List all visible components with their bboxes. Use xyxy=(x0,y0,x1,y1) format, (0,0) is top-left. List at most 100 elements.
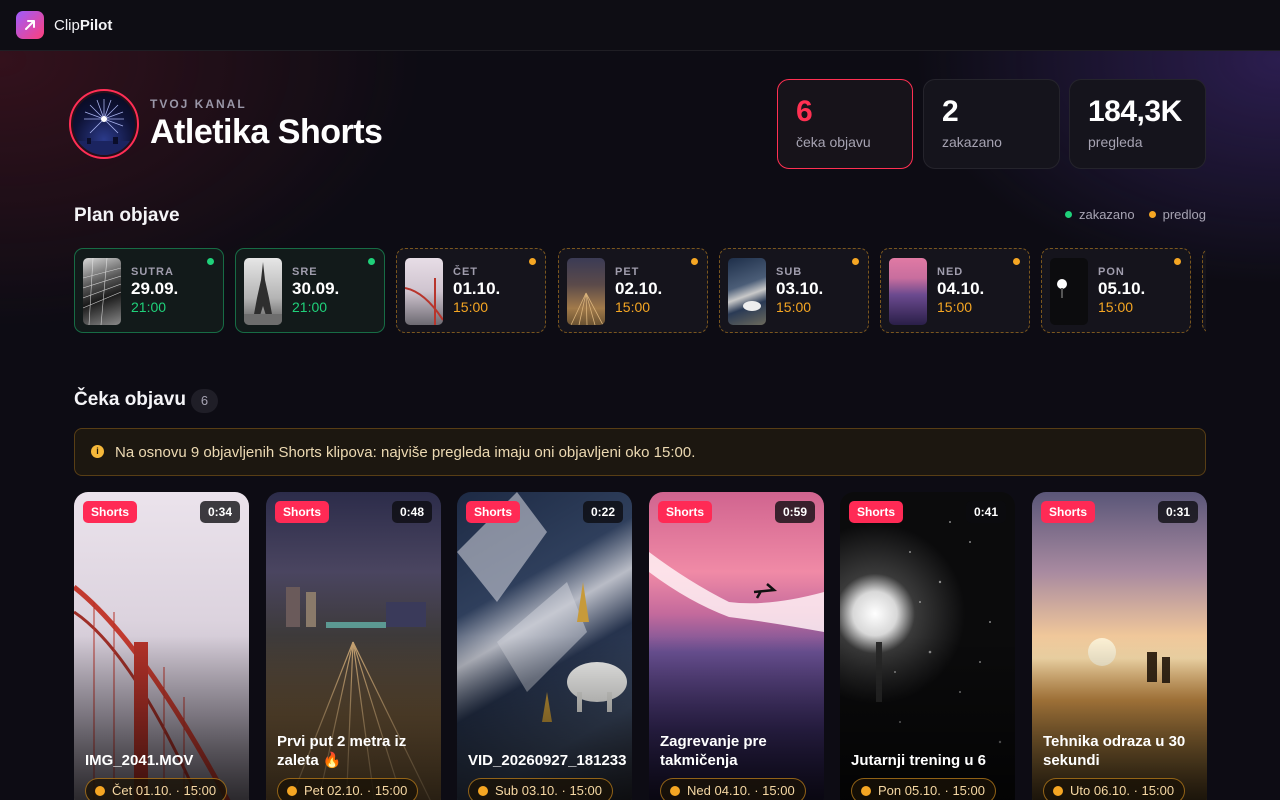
duration-badge: 0:48 xyxy=(391,501,432,523)
channel-kicker: TVOJ KANAL xyxy=(150,97,247,111)
plan-thumbnail xyxy=(83,258,121,325)
stat-pending[interactable]: 6 čeka objavu xyxy=(777,79,913,169)
shorts-badge: Shorts xyxy=(1041,501,1096,523)
plan-card[interactable]: NED 04.10. 15:00 xyxy=(880,248,1030,333)
fireworks-image xyxy=(73,93,135,155)
legend-label: zakazano xyxy=(1078,207,1135,222)
clip-title: IMG_2041.MOV xyxy=(85,752,194,769)
stat-scheduled[interactable]: 2 zakazano xyxy=(923,79,1060,169)
plan-thumbnail xyxy=(889,258,927,325)
schedule-chip-label: Pon 05.10. · 15:00 xyxy=(878,783,985,798)
orange-dot-icon xyxy=(670,786,680,796)
plan-day: SRE xyxy=(292,266,318,278)
plan-card[interactable] xyxy=(1202,248,1206,333)
clip-card[interactable]: Shorts 0:48 Prvi put 2 metra iz zaleta 🔥… xyxy=(266,492,441,800)
plan-date: 02.10. xyxy=(615,279,663,298)
schedule-chip[interactable]: Pon 05.10. · 15:00 xyxy=(851,778,996,800)
plan-date: 03.10. xyxy=(776,279,824,298)
insight-banner: i Na osnovu 9 objavljenih Shorts klipova… xyxy=(74,428,1206,476)
stat-label: zakazano xyxy=(942,134,1002,150)
schedule-chip-label: Čet 01.10. · 15:00 xyxy=(112,783,217,798)
shorts-badge: Shorts xyxy=(849,501,904,523)
app-logo[interactable] xyxy=(16,11,44,39)
schedule-chip[interactable]: Čet 01.10. · 15:00 xyxy=(85,778,228,800)
plan-day: SUB xyxy=(776,266,803,278)
shorts-badge: Shorts xyxy=(466,501,521,523)
plan-day: SUTRA xyxy=(131,266,174,278)
plan-day: NED xyxy=(937,266,964,278)
clip-card[interactable]: Shorts 0:31 Tehnika odraza u 30 sekundi … xyxy=(1032,492,1207,800)
plan-thumbnail xyxy=(728,258,766,325)
plan-day: ČET xyxy=(453,266,478,278)
shorts-badge: Shorts xyxy=(658,501,713,523)
app-name[interactable]: ClipPilot xyxy=(54,17,112,34)
info-icon: i xyxy=(91,445,104,458)
plan-card[interactable]: PON 05.10. 15:00 xyxy=(1041,248,1191,333)
duration-badge: 0:34 xyxy=(199,501,240,523)
plan-card[interactable]: PET 02.10. 15:00 xyxy=(558,248,708,333)
clip-title: Tehnika odraza u 30 sekundi xyxy=(1043,733,1186,769)
legend-scheduled: zakazano xyxy=(1064,207,1135,222)
plan-date: 30.09. xyxy=(292,279,340,298)
stat-label: pregleda xyxy=(1088,134,1143,150)
channel-name: Atletika Shorts xyxy=(150,113,383,151)
schedule-chip[interactable]: Pet 02.10. · 15:00 xyxy=(277,778,419,800)
plan-legend: zakazano predlog xyxy=(1064,207,1206,222)
clip-card[interactable]: Shorts 0:41 Jutarnji trening u 6 Pon 05.… xyxy=(840,492,1015,800)
duration-badge: 0:59 xyxy=(774,501,815,523)
legend-proposal: predlog xyxy=(1148,207,1206,222)
plan-card[interactable]: SUB 03.10. 15:00 xyxy=(719,248,869,333)
plan-card[interactable]: SRE 30.09. 21:00 xyxy=(235,248,385,333)
orange-dot-icon xyxy=(861,786,871,796)
orange-dot-icon xyxy=(1148,211,1156,218)
channel-avatar[interactable] xyxy=(69,89,139,159)
plan-time: 21:00 xyxy=(292,299,328,315)
plan-day: PET xyxy=(615,266,640,278)
plan-date: 01.10. xyxy=(453,279,501,298)
schedule-chip-label: Uto 06.10. · 15:00 xyxy=(1070,783,1175,798)
plan-strip[interactable]: SUTRA 29.09. 21:00 SRE 30.09. 21:00 ČET … xyxy=(74,248,1206,334)
plan-time: 15:00 xyxy=(1098,299,1134,315)
plan-time: 15:00 xyxy=(776,299,812,315)
status-dot-icon xyxy=(852,258,859,265)
shorts-badge: Shorts xyxy=(83,501,138,523)
schedule-chip-label: Ned 04.10. · 15:00 xyxy=(687,783,795,798)
clip-card[interactable]: Shorts 0:59 Zagrevanje pre takmičenja Ne… xyxy=(649,492,824,800)
clip-card[interactable]: Shorts 0:34 IMG_2041.MOV Čet 01.10. · 15… xyxy=(74,492,249,800)
waiting-count-badge: 6 xyxy=(191,389,218,413)
insight-text: Na osnovu 9 objavljenih Shorts klipova: … xyxy=(115,444,696,461)
plan-card[interactable]: ČET 01.10. 15:00 xyxy=(396,248,546,333)
plan-thumbnail xyxy=(405,258,443,325)
plan-thumbnail xyxy=(567,258,605,325)
duration-badge: 0:31 xyxy=(1157,501,1198,523)
clip-card[interactable]: Shorts 0:22 VID_20260927_181233 Sub 03.1… xyxy=(457,492,632,800)
clip-title: Zagrevanje pre takmičenja xyxy=(660,733,767,769)
schedule-chip-label: Pet 02.10. · 15:00 xyxy=(304,783,408,798)
plan-day: PON xyxy=(1098,266,1125,278)
status-dot-icon xyxy=(1013,258,1020,265)
schedule-chip-label: Sub 03.10. · 15:00 xyxy=(495,783,602,798)
duration-badge: 0:41 xyxy=(965,501,1006,523)
schedule-chip[interactable]: Sub 03.10. · 15:00 xyxy=(468,778,613,800)
stat-label: čeka objavu xyxy=(796,134,871,150)
orange-dot-icon xyxy=(95,786,105,796)
plan-card[interactable]: SUTRA 29.09. 21:00 xyxy=(74,248,224,333)
schedule-chip[interactable]: Uto 06.10. · 15:00 xyxy=(1043,778,1186,800)
plan-date: 04.10. xyxy=(937,279,985,298)
waiting-title: Čeka objavu xyxy=(74,389,186,410)
status-dot-icon xyxy=(529,258,536,265)
stat-value: 184,3K xyxy=(1088,95,1182,128)
orange-dot-icon xyxy=(287,786,297,796)
plan-time: 15:00 xyxy=(453,299,489,315)
orange-dot-icon xyxy=(1053,786,1063,796)
plan-time: 15:00 xyxy=(937,299,973,315)
plan-date: 29.09. xyxy=(131,279,179,298)
status-dot-icon xyxy=(691,258,698,265)
status-dot-icon xyxy=(207,258,214,265)
status-dot-icon xyxy=(368,258,375,265)
plan-time: 15:00 xyxy=(615,299,651,315)
status-dot-icon xyxy=(1174,258,1181,265)
stat-views[interactable]: 184,3K pregleda xyxy=(1069,79,1206,169)
clip-title: Prvi put 2 metra iz zaleta 🔥 xyxy=(277,733,407,769)
schedule-chip[interactable]: Ned 04.10. · 15:00 xyxy=(660,778,806,800)
